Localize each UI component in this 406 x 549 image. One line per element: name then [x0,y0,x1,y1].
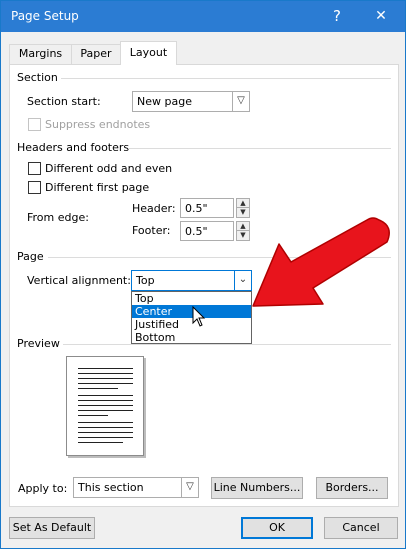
spin-up-icon[interactable]: ▲ [237,222,249,231]
header-spinner[interactable]: ▲ ▼ [236,198,250,218]
close-button[interactable]: ✕ [359,1,403,32]
vertical-alignment-label: Vertical alignment: [27,274,131,287]
page-preview [66,356,144,456]
preview-heading: Preview [17,337,60,350]
title-bar: Page Setup ? ✕ [1,1,405,32]
preview-text-line [78,410,133,411]
vertical-alignment-value: Top [136,274,155,287]
suppress-endnotes-label: Suppress endnotes [45,118,151,131]
header-distance-input[interactable]: 0.5" [180,198,234,218]
tab-layout[interactable]: Layout [120,41,177,65]
preview-text-line [78,427,133,428]
section-start-value: New page [137,95,192,108]
different-first-page-checkbox[interactable] [28,181,41,194]
option-bottom[interactable]: Bottom [132,331,251,344]
from-edge-label: From edge: [27,211,89,224]
spin-down-icon[interactable]: ▼ [237,231,249,240]
footer-distance-input[interactable]: 0.5" [180,221,234,241]
vertical-alignment-select[interactable]: Top ⌄ [131,270,252,291]
preview-text-line [78,378,133,379]
preview-text-line [78,383,133,384]
apply-to-value: This section [78,481,144,494]
apply-to-select[interactable]: This section ▽ [73,477,199,498]
option-top[interactable]: Top [132,292,251,305]
preview-text-line [78,415,108,416]
headers-footers-divider [128,148,391,149]
preview-text-line [78,432,133,433]
different-odd-even-label: Different odd and even [45,162,173,175]
footer-distance-value: 0.5" [185,225,208,238]
preview-text-line [78,437,133,438]
section-start-select[interactable]: New page ▽ [132,91,250,112]
dialog-title: Page Setup [11,9,79,23]
preview-text-line [78,405,133,406]
footer-spinner[interactable]: ▲ ▼ [236,221,250,241]
footer-label: Footer: [132,224,171,237]
preview-text-line [78,368,133,369]
preview-text-line [78,388,118,389]
borders-button[interactable]: Borders... [316,477,388,499]
chevron-down-icon[interactable]: ▽ [181,478,198,497]
ok-button[interactable]: OK [241,517,313,539]
header-distance-value: 0.5" [185,202,208,215]
cancel-button[interactable]: Cancel [324,517,398,539]
preview-text-line [78,422,133,423]
spin-up-icon[interactable]: ▲ [237,199,249,208]
set-as-default-button[interactable]: Set As Default [9,517,95,539]
preview-text-line [78,442,123,443]
red-arrow-icon [252,217,390,307]
line-numbers-button[interactable]: Line Numbers... [211,477,303,499]
section-divider [61,78,391,79]
apply-to-label: Apply to: [18,482,68,495]
page-heading: Page [17,250,44,263]
chevron-down-icon[interactable]: ⌄ [234,271,251,290]
preview-text-line [78,395,133,396]
headers-footers-heading: Headers and footers [17,141,130,154]
preview-text-line [78,373,133,374]
section-heading: Section [17,71,58,84]
preview-divider [63,344,391,345]
spin-down-icon[interactable]: ▼ [237,208,249,217]
section-start-label: Section start: [27,95,101,108]
chevron-down-icon[interactable]: ▽ [232,92,249,111]
different-odd-even-checkbox[interactable] [28,162,41,175]
preview-text-line [78,400,133,401]
page-setup-dialog: Page Setup ? ✕ Margins Paper Layout Sect… [0,0,406,549]
tab-margins[interactable]: Margins [9,44,72,64]
header-label: Header: [132,202,176,215]
suppress-endnotes-checkbox[interactable] [28,118,41,131]
help-button[interactable]: ? [315,1,359,32]
tab-paper[interactable]: Paper [71,44,121,64]
different-first-page-label: Different first page [45,181,150,194]
mouse-pointer-icon [192,306,206,327]
